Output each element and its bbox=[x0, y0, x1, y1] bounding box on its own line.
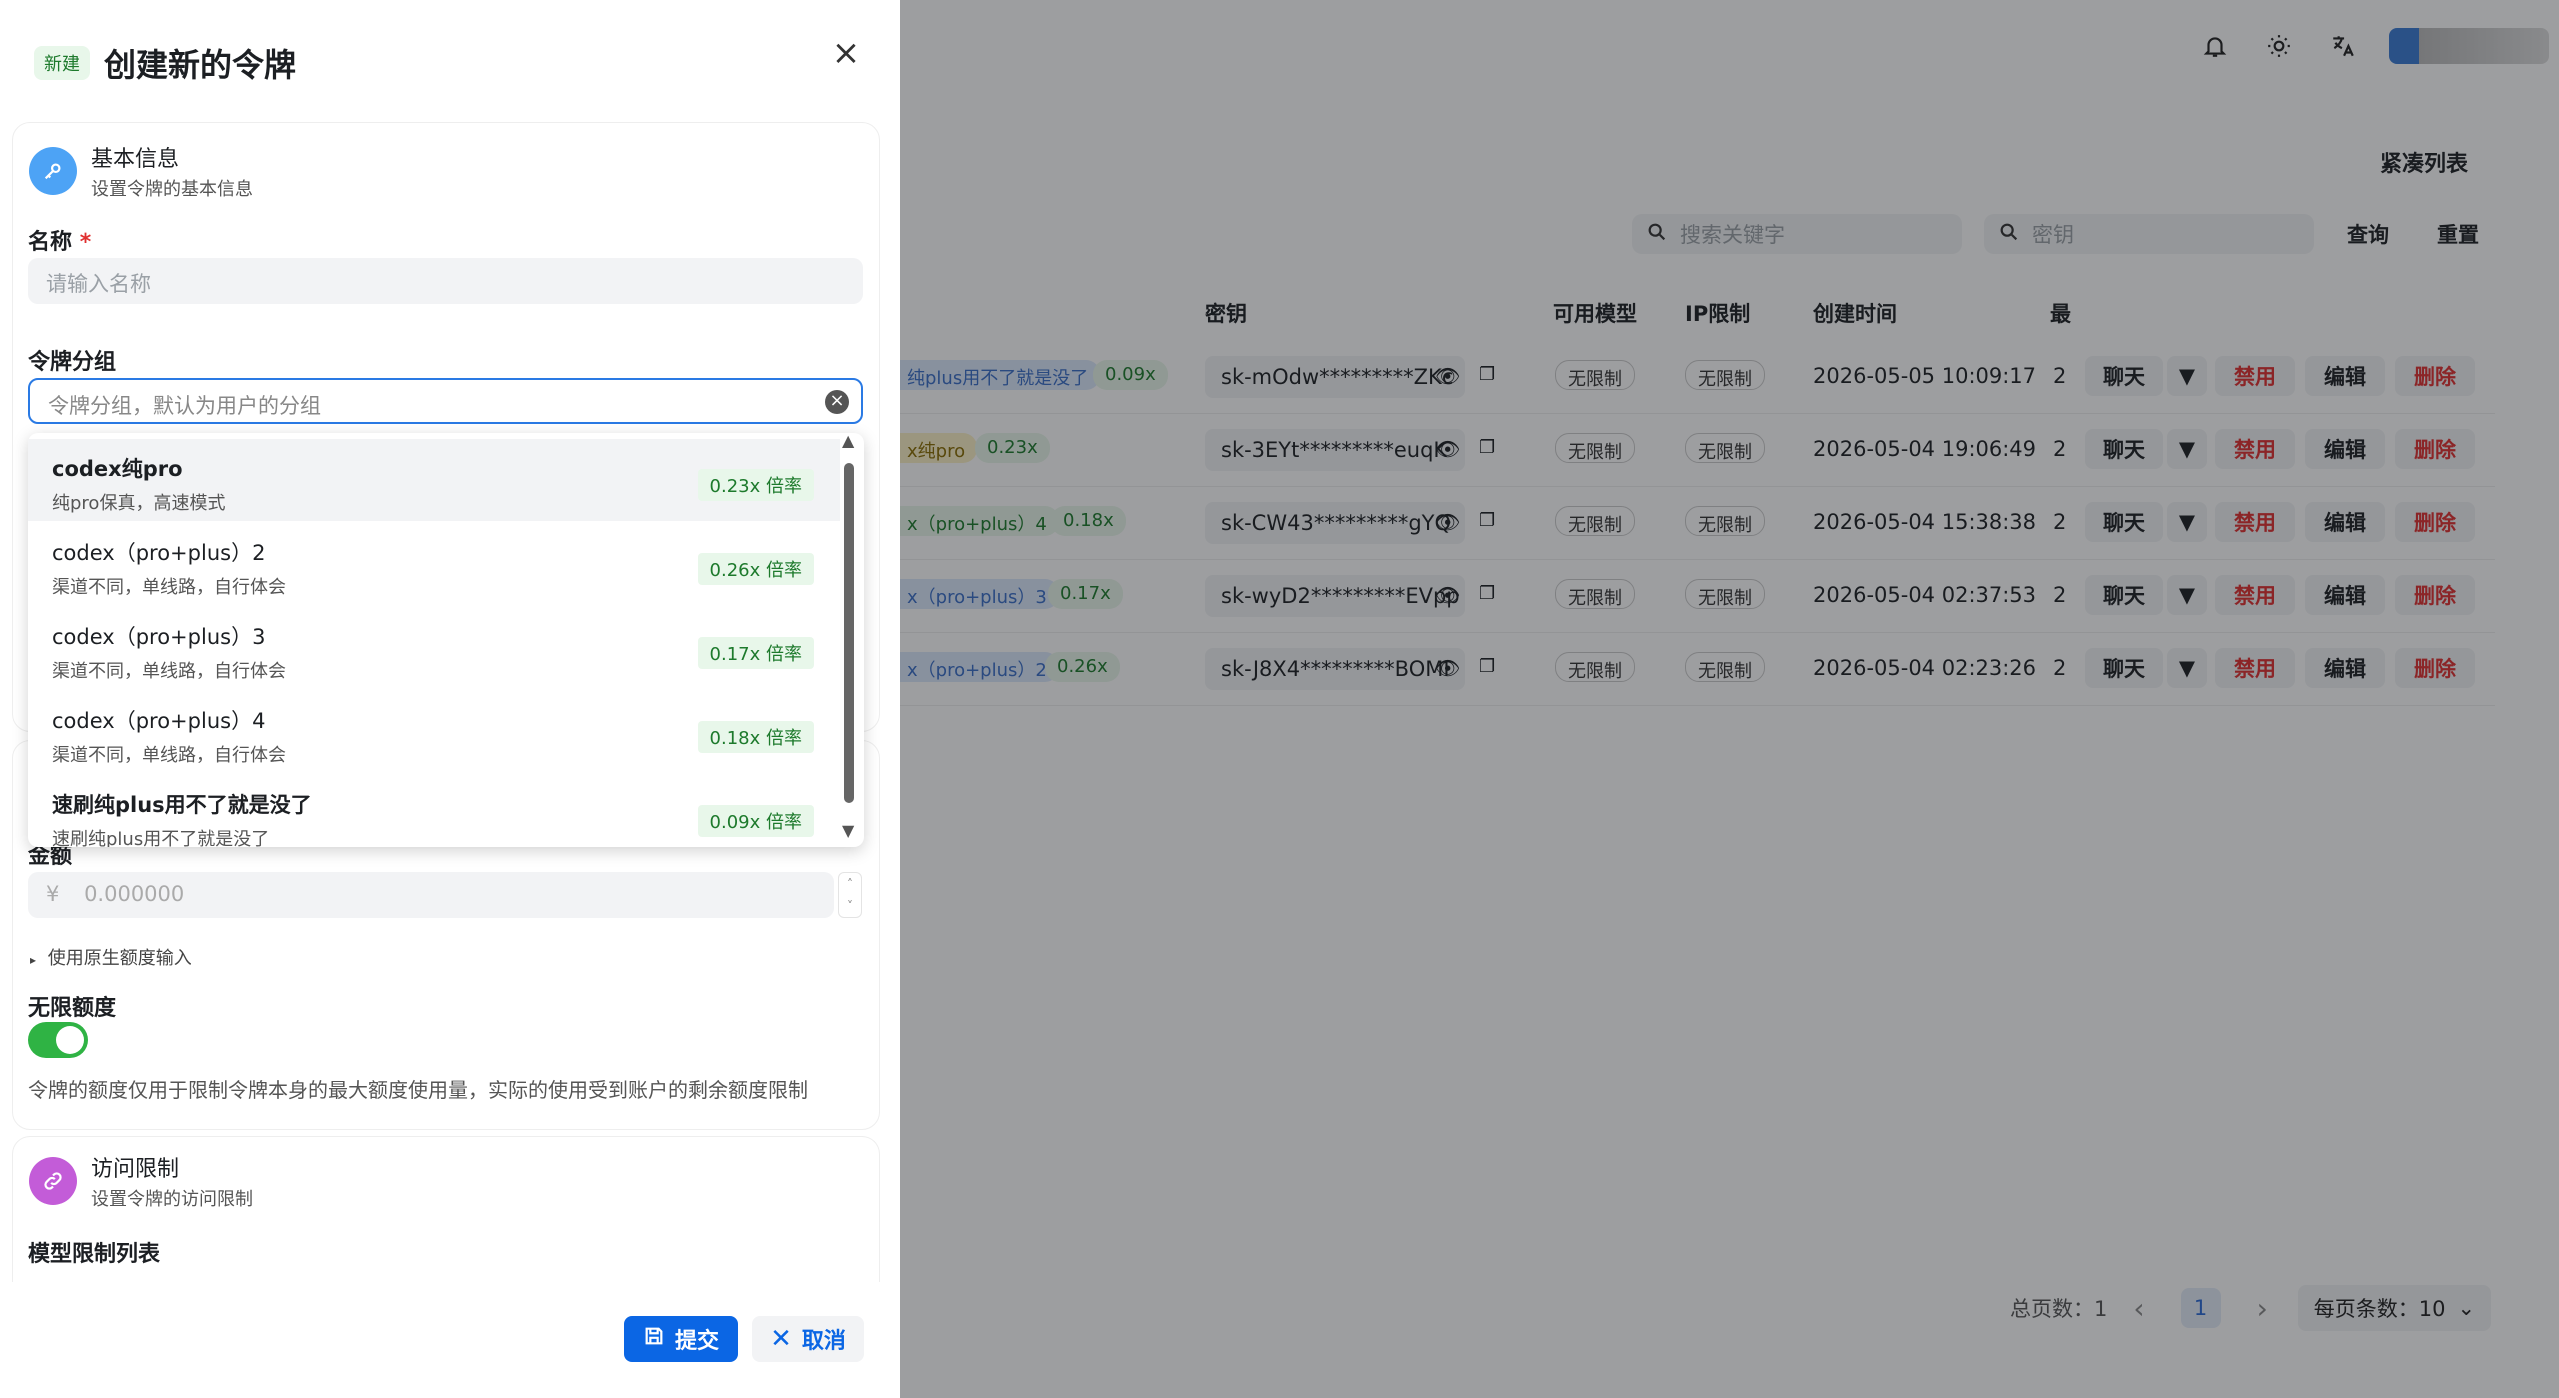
option-rate: 0.17x 倍率 bbox=[697, 637, 814, 669]
group-dropdown: codex纯pro 纯pro保真，高速模式 0.23x 倍率 codex（pro… bbox=[28, 433, 864, 847]
link-icon bbox=[29, 1157, 77, 1205]
scrollbar[interactable] bbox=[844, 463, 854, 803]
currency-symbol: ¥ bbox=[46, 882, 60, 906]
group-option[interactable]: codex（pro+plus）2 渠道不同，单线路，自行体会 0.26x 倍率 bbox=[28, 523, 840, 605]
drawer-title-bar: 新建 创建新的令牌 bbox=[34, 40, 296, 86]
unlimited-label: 无限额度 bbox=[28, 996, 117, 1021]
option-rate: 0.26x 倍率 bbox=[697, 553, 814, 585]
switch-knob bbox=[56, 1026, 84, 1054]
amount-stepper[interactable]: ˄ ˅ bbox=[838, 872, 862, 918]
submit-button[interactable]: 提交 bbox=[624, 1316, 738, 1362]
group-label: 令牌分组 bbox=[28, 350, 117, 375]
save-icon bbox=[643, 1325, 665, 1353]
quota-note: 令牌的额度仅用于限制令牌本身的最大额度使用量，实际的使用受到账户的剩余额度限制 bbox=[28, 1078, 808, 1102]
name-label: 名称 * bbox=[28, 224, 91, 256]
drawer-title: 创建新的令牌 bbox=[104, 46, 297, 84]
basic-info-title: 基本信息 bbox=[91, 147, 180, 172]
name-input[interactable]: 请输入名称 bbox=[28, 258, 863, 304]
access-title: 访问限制 bbox=[91, 1157, 180, 1182]
amount-placeholder: 0.000000 bbox=[84, 882, 185, 906]
amount-input[interactable]: ¥ 0.000000 bbox=[28, 872, 834, 918]
cancel-button[interactable]: ✕ 取消 bbox=[752, 1316, 864, 1362]
required-mark: * bbox=[79, 230, 92, 255]
scroll-up-icon[interactable]: ▲ bbox=[842, 433, 854, 450]
new-badge: 新建 bbox=[34, 46, 90, 80]
basic-info-header: 基本信息 设置令牌的基本信息 bbox=[29, 141, 253, 201]
clear-icon[interactable]: × bbox=[825, 390, 849, 414]
basic-info-subtitle: 设置令牌的基本信息 bbox=[91, 179, 253, 200]
unlimited-switch[interactable] bbox=[28, 1022, 88, 1058]
key-icon bbox=[29, 147, 77, 195]
group-option[interactable]: codex（pro+plus）4 渠道不同，单线路，自行体会 0.18x 倍率 bbox=[28, 691, 840, 773]
model-limit-label: 模型限制列表 bbox=[28, 1242, 161, 1267]
group-placeholder: 令牌分组，默认为用户的分组 bbox=[48, 394, 321, 418]
scroll-down-icon[interactable]: ▼ bbox=[842, 821, 854, 840]
access-header: 访问限制 设置令牌的访问限制 bbox=[29, 1151, 253, 1211]
create-token-drawer: 新建 创建新的令牌 × 基本信息 设置令牌的基本信息 名称 * 请输入名称 令牌… bbox=[0, 0, 900, 1398]
group-option[interactable]: 速刷纯plus用不了就是没了 速刷纯plus用不了就是没了 0.09x 倍率 bbox=[28, 775, 840, 847]
close-icon[interactable]: × bbox=[830, 36, 862, 70]
group-option[interactable]: codex（pro+plus）3 渠道不同，单线路，自行体会 0.17x 倍率 bbox=[28, 607, 840, 689]
option-rate: 0.09x 倍率 bbox=[697, 805, 814, 837]
native-quota-toggle[interactable]: ▸ 使用原生额度输入 bbox=[30, 944, 192, 970]
submit-label: 提交 bbox=[674, 1329, 719, 1354]
cancel-label: 取消 bbox=[801, 1329, 846, 1354]
name-label-text: 名称 bbox=[28, 230, 73, 255]
group-select[interactable]: 令牌分组，默认为用户的分组 × bbox=[28, 378, 863, 424]
access-subtitle: 设置令牌的访问限制 bbox=[91, 1189, 253, 1210]
caret-right-icon: ▸ bbox=[30, 953, 37, 967]
option-rate: 0.18x 倍率 bbox=[697, 721, 814, 753]
option-rate: 0.23x 倍率 bbox=[697, 469, 814, 501]
close-icon: ✕ bbox=[770, 1324, 792, 1354]
group-option[interactable]: codex纯pro 纯pro保真，高速模式 0.23x 倍率 bbox=[28, 439, 840, 521]
native-quota-label: 使用原生额度输入 bbox=[47, 948, 192, 969]
